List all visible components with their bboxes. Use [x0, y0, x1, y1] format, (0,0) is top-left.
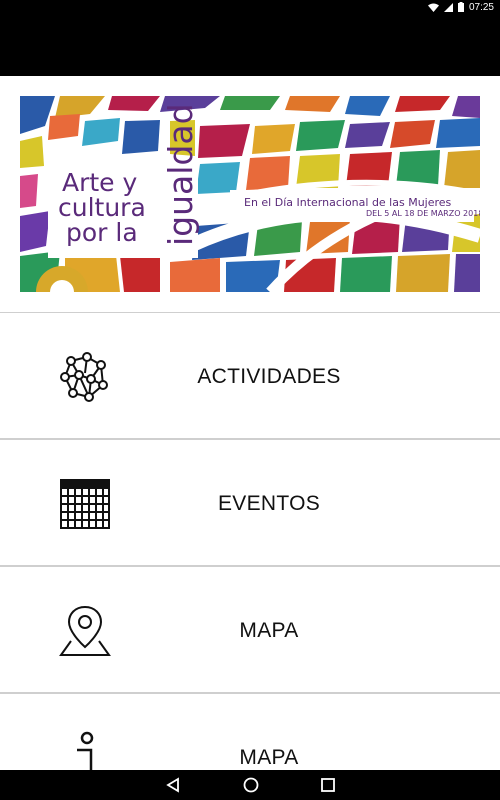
banner-title: Arte y cultura por la — [56, 170, 146, 245]
status-bar: 07:25 — [0, 0, 500, 14]
menu-item-label: EVENTOS — [217, 491, 321, 515]
recents-icon[interactable] — [320, 777, 336, 793]
menu-item-label: MAPA — [239, 745, 299, 769]
banner-image: Arte y cultura por la igualdad En el Día… — [20, 96, 480, 292]
menu-item-actividades[interactable]: ACTIVIDADES — [0, 312, 500, 439]
banner-title-line-1: Arte y — [62, 168, 138, 197]
menu-item-label: MAPA — [239, 618, 299, 642]
status-time: 07:25 — [468, 1, 494, 13]
battery-icon — [457, 2, 464, 12]
system-nav-bar — [0, 770, 500, 800]
banner-dates: DEL 5 AL 18 DE MARZO 2018 — [366, 209, 480, 218]
home-icon[interactable] — [242, 776, 260, 794]
wifi-icon — [427, 3, 439, 12]
banner-subtitle: En el Día Internacional de las Mujeres — [244, 196, 452, 209]
menu-item-label: ACTIVIDADES — [197, 364, 341, 388]
menu-item-info[interactable]: MAPA — [0, 693, 500, 770]
main-menu: ACTIVIDADES EVENTOS MAPA MAPA — [0, 312, 500, 770]
banner-title-line-2: cultura — [58, 193, 146, 222]
banner-title-line-3: por la — [66, 218, 138, 247]
banner-vertical-word: igualdad — [161, 103, 200, 246]
app-bar — [0, 14, 500, 76]
menu-item-mapa[interactable]: MAPA — [0, 566, 500, 693]
back-icon[interactable] — [164, 777, 182, 793]
menu-item-eventos[interactable]: EVENTOS — [0, 439, 500, 566]
signal-icon — [443, 2, 453, 12]
